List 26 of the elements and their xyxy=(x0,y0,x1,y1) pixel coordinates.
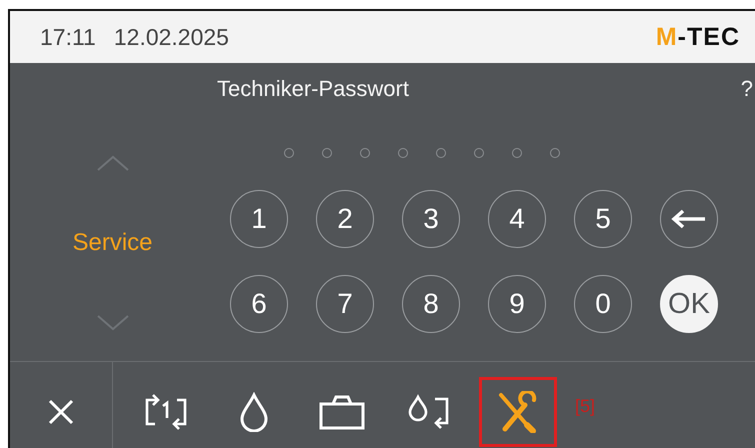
digit-key[interactable]: 8 xyxy=(402,275,460,333)
digit-key[interactable]: 2 xyxy=(316,190,374,248)
help-button[interactable]: ? xyxy=(740,76,753,102)
menu-current: Service xyxy=(72,229,153,257)
cycle-one-icon xyxy=(145,394,187,430)
drop-icon xyxy=(239,392,269,432)
digit-key[interactable]: 3 xyxy=(402,190,460,248)
date-text: 12.02.2025 xyxy=(114,24,229,50)
digit-key[interactable]: 6 xyxy=(230,275,288,333)
tools-tool-button[interactable] xyxy=(479,377,557,447)
count-label: [5] xyxy=(575,396,596,416)
page-title: Techniker-Passwort xyxy=(217,76,409,102)
time-text: 17:11 xyxy=(40,24,96,50)
digit-key[interactable]: 9 xyxy=(488,275,546,333)
close-icon[interactable] xyxy=(47,398,75,426)
left-arrow-icon xyxy=(671,209,707,229)
digit-key[interactable]: 0 xyxy=(574,275,632,333)
backspace-key[interactable] xyxy=(660,190,718,248)
tools-icon xyxy=(497,391,539,433)
case-icon xyxy=(319,394,365,430)
digit-key[interactable]: 1 xyxy=(230,190,288,248)
digit-key[interactable]: 5 xyxy=(574,190,632,248)
ok-key[interactable]: OK xyxy=(660,275,718,333)
brand-logo: M-TEC xyxy=(656,22,740,52)
digit-key[interactable]: 4 xyxy=(488,190,546,248)
digit-key[interactable]: 7 xyxy=(316,275,374,333)
